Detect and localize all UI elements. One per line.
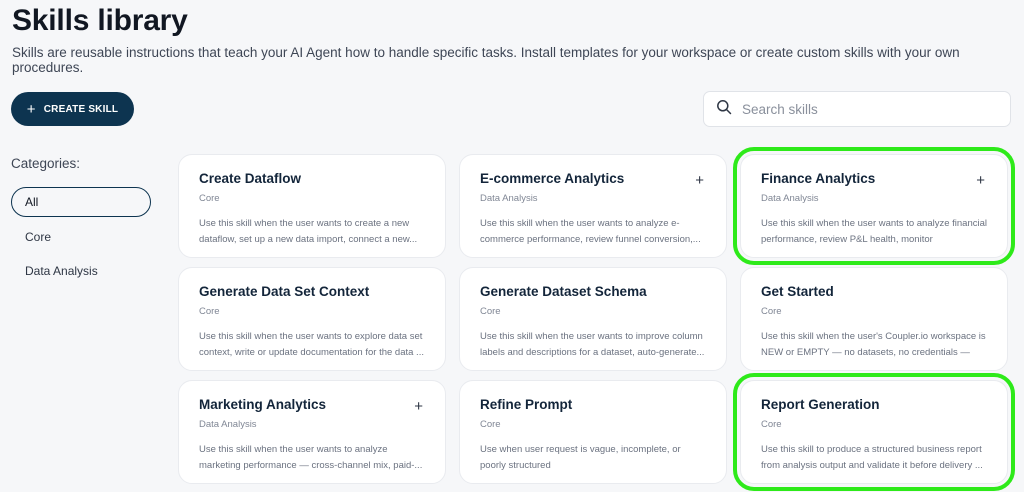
skill-card-description: Use when user request is vague, incomple… — [480, 444, 681, 471]
skill-card-title: Marketing Analytics — [199, 397, 327, 412]
skill-card-title: Finance Analytics — [761, 171, 876, 186]
skill-card-title: Refine Prompt — [480, 397, 573, 412]
skill-card-category: Data Analysis — [199, 419, 257, 430]
skill-card-description: Use this skill when the user wants to im… — [480, 331, 705, 358]
skill-card-title: Report Generation — [761, 397, 880, 412]
category-core[interactable]: Core — [11, 222, 151, 252]
skill-card-description: Use this skill when the user wants to cr… — [199, 218, 418, 245]
skill-card-title: Generate Dataset Schema — [480, 284, 647, 299]
skill-card-description: Use this skill when the user wants to ex… — [199, 331, 424, 358]
skill-card-category: Core — [761, 306, 782, 317]
skill-card-marketing-analytics[interactable]: Marketing Analytics Data Analysis Use th… — [178, 380, 446, 484]
install-plus-icon[interactable]: + — [414, 399, 423, 414]
skill-card-refine-prompt[interactable]: Refine Prompt Core Use when user request… — [459, 380, 727, 484]
skill-card-category: Core — [761, 419, 782, 430]
skill-card-title: E-commerce Analytics — [480, 171, 625, 186]
skill-card-report-generation[interactable]: Report Generation Core Use this skill to… — [733, 373, 1015, 491]
create-skill-label: CREATE SKILL — [43, 103, 119, 115]
search-box[interactable] — [703, 91, 1011, 127]
skill-card-finance-analytics[interactable]: Finance Analytics Data Analysis Use this… — [733, 147, 1015, 265]
skill-card-category: Core — [480, 306, 501, 317]
skill-card-category: Core — [199, 306, 220, 317]
skill-card-category: Core — [199, 193, 220, 204]
page-title: Skills library — [12, 4, 188, 37]
search-icon — [716, 99, 732, 120]
create-skill-button[interactable]: + CREATE SKILL — [11, 92, 134, 126]
skill-card-description: Use this skill when the user's Coupler.i… — [761, 331, 986, 358]
skill-card-description: Use this skill when the user wants to an… — [761, 218, 987, 245]
plus-icon: + — [26, 100, 36, 118]
skill-card-ecommerce-analytics[interactable]: E-commerce Analytics Data Analysis Use t… — [459, 154, 727, 258]
categories-label: Categories: — [11, 156, 81, 171]
skill-card-create-dataflow[interactable]: Create Dataflow Core Use this skill when… — [178, 154, 446, 258]
skill-card-title: Create Dataflow — [199, 171, 302, 186]
category-all[interactable]: All — [11, 187, 151, 217]
skill-card-description: Use this skill when the user wants to an… — [199, 444, 423, 471]
skill-card-title: Get Started — [761, 284, 834, 299]
skill-card-description: Use this skill when the user wants to an… — [480, 218, 701, 245]
skill-card-generate-dataset-schema[interactable]: Generate Dataset Schema Core Use this sk… — [459, 267, 727, 371]
skill-card-title: Generate Data Set Context — [199, 284, 370, 299]
skill-card-category: Data Analysis — [480, 193, 538, 204]
skill-card-get-started[interactable]: Get Started Core Use this skill when the… — [740, 267, 1008, 371]
install-plus-icon[interactable]: + — [976, 173, 985, 188]
skill-card-description: Use this skill to produce a structured b… — [761, 444, 983, 471]
page-subtitle: Skills are reusable instructions that te… — [12, 45, 960, 75]
category-data-analysis[interactable]: Data Analysis — [11, 256, 151, 286]
install-plus-icon[interactable]: + — [695, 173, 704, 188]
skill-card-category: Core — [480, 419, 501, 430]
skill-card-generate-data-set-context[interactable]: Generate Data Set Context Core Use this … — [178, 267, 446, 371]
skill-card-category: Data Analysis — [761, 193, 819, 204]
search-input[interactable] — [742, 101, 992, 117]
